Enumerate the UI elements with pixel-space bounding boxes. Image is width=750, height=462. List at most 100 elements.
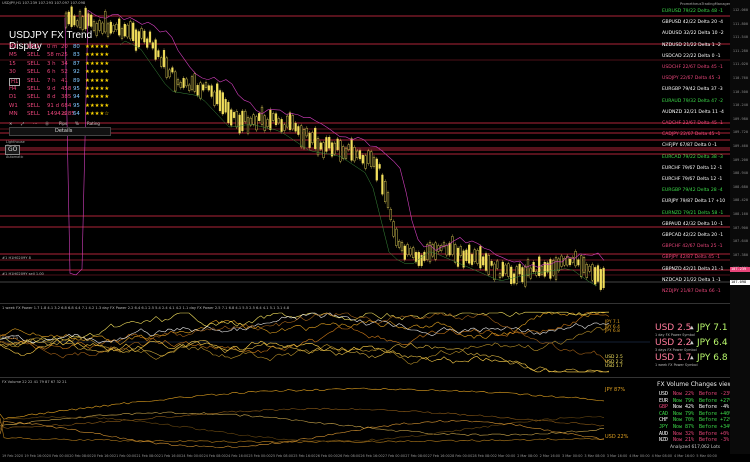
candle [426, 244, 429, 260]
lighthouse-go-label: GO [8, 146, 18, 153]
candle [148, 31, 152, 43]
lighthouse-go-button[interactable]: GO [5, 145, 20, 155]
pair-list-item[interactable]: EURGBP 79/42 Delta 28 -4 [662, 188, 723, 193]
pair-list-item[interactable]: GBPCAD 42/22 Delta 20 -1 [662, 233, 723, 238]
fx-trend-pips: 34 [61, 60, 68, 67]
candle [224, 99, 227, 113]
fx-volume-currency: GBP [659, 404, 669, 411]
pair-list-item[interactable]: GBPUSD 42/22 Delta 20 -4 [662, 20, 723, 25]
pair-list-item[interactable]: EURAUD 79/32 Delta 47 -2 [662, 99, 723, 104]
pair-list-item[interactable]: NZDUSD 21/22 Delta 1 -2 [662, 43, 721, 48]
fx-trend-timeframe[interactable]: D1 [9, 94, 17, 100]
fx-trend-timeframe[interactable]: M1 [9, 44, 17, 50]
pair-list-item[interactable]: EURGBP 79/42 Delta 37 -3 [662, 87, 723, 92]
candle [342, 146, 345, 159]
fx-volume-now: Now 87% [673, 424, 695, 430]
time-axis: 19 Feb 2020 19 Feb 16:00 20 Feb 00:00 20 Fe… [0, 454, 750, 462]
fx-trend-duration: 9 d [47, 86, 56, 92]
fx-volume-currency: CAD [659, 410, 669, 417]
fx-trend-timeframe[interactable]: W1 [9, 103, 18, 109]
pair-list-item[interactable]: GBPJPY 42/87 Delta 45 -1 [662, 255, 720, 260]
price-axis-tick: 112.060 [732, 8, 748, 12]
details-button[interactable]: Details [9, 127, 111, 136]
pair-list-item[interactable]: CADJPY 22/67 Delta 45 -1 [662, 132, 720, 137]
time-axis-tick: 19 Feb 2020 [2, 454, 24, 458]
pair-list-item[interactable]: EURCHF 79/67 Delta 12 -1 [662, 166, 722, 171]
time-axis-tick: 24 Feb 08:00 [203, 454, 226, 458]
candle [493, 263, 496, 281]
candle [168, 69, 171, 78]
candle [602, 267, 605, 289]
fx-trend-timeframe[interactable]: H1 [9, 77, 21, 86]
candle [353, 147, 356, 162]
pair-list-item[interactable]: CHFJPY 67/87 Delta 0 -1 [662, 143, 717, 148]
time-axis-tick: 4 Mar 16:00 [674, 454, 695, 458]
pair-list-item[interactable]: NZDCAD 21/22 Delta 1 -1 [662, 278, 721, 283]
fx-volume-before: Before +72% [699, 417, 733, 424]
pair-list-item[interactable]: EURCHF 79/67 Delta 12 -1 [662, 177, 722, 182]
candle [510, 266, 513, 284]
fx-power-chart [0, 311, 650, 373]
pair-list-item[interactable]: USDCHF 22/67 Delta 45 -1 [662, 65, 723, 70]
candle [115, 23, 118, 30]
pair-list-item[interactable]: EURCAD 79/22 Delta 38 -3 [662, 155, 723, 160]
fx-power-series-line [0, 312, 610, 363]
pair-list-item[interactable]: AUDUSD 32/22 Delta 10 -2 [662, 31, 724, 36]
candle [76, 20, 79, 27]
fx-trend-pips: 458 [61, 86, 72, 92]
time-axis-tick: 27 Feb 08:00 [405, 454, 428, 458]
candle [406, 244, 409, 256]
candle [98, 20, 101, 31]
price-axis[interactable]: 112.060 111.800 111.540 111.280 111.020 110.7… [730, 0, 750, 454]
fx-trend-direction: SELL [27, 44, 40, 50]
candle [235, 111, 238, 128]
candle [498, 273, 502, 278]
candle [165, 57, 168, 78]
fx-power-caption: FX Power [667, 348, 685, 352]
pair-list-item[interactable]: AUDNZD 32/21 Delta 11 -4 [662, 110, 724, 115]
fx-trend-footer-item[interactable]: ⤢ [21, 121, 24, 126]
candle [451, 236, 454, 255]
fx-trend-direction: SELL [27, 60, 40, 67]
fx-trend-footer-item[interactable]: ✕ [9, 121, 12, 126]
fx-power-block-caption: 3 days FX Power Symbol [655, 348, 697, 352]
fx-trend-direction: SELL [27, 86, 40, 92]
fx-trend-timeframe[interactable]: H4 [9, 86, 16, 92]
fx-trend-timeframe[interactable]: 30 [9, 69, 16, 75]
time-axis-tick: 2 Mar 00:00 [494, 454, 516, 458]
candle [479, 246, 482, 269]
fx-volume-currency: AUD [659, 430, 669, 437]
pair-list-item[interactable]: EURJPY 79/87 Delta 17 +10 [662, 199, 725, 204]
fx-trend-rating-stars: ★★★★★ [85, 69, 110, 76]
fx-trend-pips: 684 [61, 102, 72, 109]
fx-trend-timeframe[interactable]: MN [9, 111, 18, 117]
pair-list-item[interactable]: NZDJPY 21/87 Delta 66 -1 [662, 289, 721, 294]
candle [403, 245, 406, 260]
fx-trend-footer-item[interactable]: ⋯ [33, 121, 37, 126]
pair-list-item[interactable]: GBPNZD 42/21 Delta 21 -1 [662, 267, 723, 272]
candle [255, 116, 258, 131]
time-axis-tick: 25 Feb 16:00 [293, 454, 316, 458]
fx-volume-before: Before +27% [699, 397, 733, 404]
fx-trend-timeframe[interactable]: M5 [9, 52, 17, 58]
pair-list-item[interactable]: EURNZD 79/21 Delta 58 -1 [662, 211, 723, 216]
pair-list-item[interactable]: GBPCHF 42/67 Delta 25 -1 [662, 244, 723, 249]
time-axis-tick: 3 Mar 16:00 [606, 454, 628, 458]
pair-list-item[interactable]: EURUSD 79/22 Delta 48 -1 [662, 9, 723, 14]
candle [339, 140, 342, 162]
fx-trend-rating-stars: ★★★★★ [85, 86, 110, 92]
pair-list-item[interactable]: GBPAUD 42/32 Delta 10 -1 [662, 222, 723, 227]
fx-trend-timeframe[interactable]: 15 [9, 61, 16, 67]
candle [314, 127, 317, 149]
candle [221, 92, 224, 115]
candle [277, 118, 280, 124]
candle [196, 85, 199, 96]
candle [414, 252, 418, 263]
candle [260, 106, 264, 125]
pair-list-item[interactable]: CADCHF 22/67 Delta 45 -1 [662, 121, 723, 126]
pair-list-item[interactable]: USDCAD 22/22 Delta 0 -1 [662, 54, 721, 59]
price-chart-panel[interactable]: USDJPY,H1 107.239 107.293 107.097 107.09… [0, 0, 750, 303]
fx-trend-percent: 92 [73, 69, 80, 76]
pair-list-item[interactable]: USDJPY 22/67 Delta 45 -3 [662, 76, 720, 81]
candle [73, 15, 76, 26]
